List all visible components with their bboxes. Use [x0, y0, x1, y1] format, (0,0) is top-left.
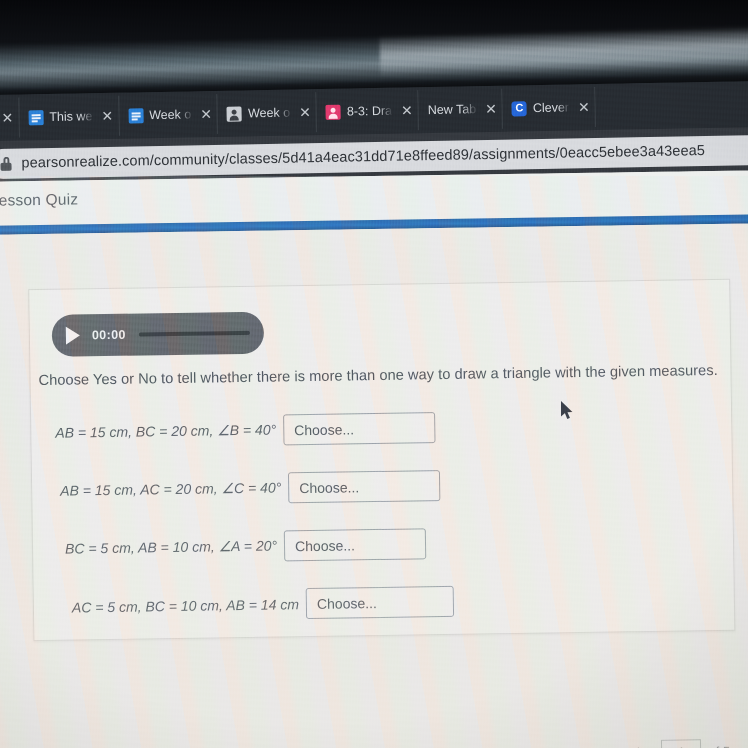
- question-navigation: Question 1 of 5: [0, 724, 748, 748]
- audio-time: 00:00: [91, 327, 126, 343]
- dropdown-value: Choose...: [294, 420, 355, 438]
- close-icon[interactable]: ✕: [299, 104, 311, 120]
- web-page: Lesson Quiz 00:00 Choose Yes or No to te…: [0, 170, 748, 748]
- screenshot-root: 4 ✕ This we ✕ Week o ✕ Week o ✕ 8-3: Dra: [0, 0, 748, 748]
- browser-tab[interactable]: New Tab ✕: [418, 88, 504, 131]
- tab-title: 8-3: Dra: [346, 103, 393, 119]
- question-measures: BC = 5 cm, AB = 10 cm, ∠A = 20°: [64, 537, 278, 557]
- browser-tab[interactable]: Week o ✕: [217, 92, 318, 134]
- answer-dropdown-4[interactable]: Choose...: [305, 585, 455, 620]
- dropdown-value: Choose...: [316, 594, 377, 612]
- audio-progress-track[interactable]: [138, 330, 250, 337]
- close-icon[interactable]: ✕: [485, 101, 497, 117]
- dropdown-value: Choose...: [299, 478, 360, 496]
- pink-contact-icon: [325, 104, 342, 120]
- google-docs-icon: [28, 109, 44, 125]
- close-icon[interactable]: ✕: [1, 110, 13, 126]
- answer-dropdown-2[interactable]: Choose...: [288, 470, 441, 504]
- url-text: pearsonrealize.com/community/classes/5d4…: [21, 142, 706, 172]
- close-icon[interactable]: ✕: [200, 106, 212, 122]
- page-title: Lesson Quiz: [0, 191, 79, 210]
- tab-title: Week o: [247, 105, 291, 121]
- tab-title: Clever: [532, 100, 570, 116]
- browser-tab[interactable]: 8-3: Dra ✕: [316, 90, 420, 133]
- page-body: 00:00 Choose Yes or No to tell whether t…: [0, 223, 748, 748]
- answer-dropdown-1[interactable]: Choose...: [282, 412, 436, 446]
- contact-icon: [226, 105, 243, 122]
- question-row: BC = 5 cm, AB = 10 cm, ∠A = 20° Choose..…: [64, 528, 427, 564]
- browser-tab[interactable]: Week o ✕: [118, 93, 219, 136]
- question-row: AB = 15 cm, AC = 20 cm, ∠C = 40° Choose.…: [60, 470, 441, 507]
- browser-tab[interactable]: This we ✕: [18, 95, 120, 138]
- lock-icon: [0, 157, 11, 171]
- tab-title: This we: [49, 109, 93, 125]
- browser-tab[interactable]: 4 ✕: [0, 97, 20, 139]
- question-number-input[interactable]: 1: [661, 738, 702, 748]
- tab-title: New Tab: [427, 102, 477, 118]
- question-measures: AB = 15 cm, AC = 20 cm, ∠C = 40°: [60, 479, 282, 499]
- mouse-pointer-icon: [561, 401, 575, 421]
- close-icon[interactable]: ✕: [578, 99, 590, 115]
- quiz-card: 00:00 Choose Yes or No to tell whether t…: [28, 278, 736, 642]
- question-measures: AB = 15 cm, BC = 20 cm, ∠B = 40°: [55, 421, 277, 441]
- play-icon[interactable]: [65, 326, 81, 345]
- question-measures: AC = 5 cm, BC = 10 cm, AB = 14 cm: [71, 595, 300, 616]
- clever-icon: C: [511, 100, 528, 117]
- answer-dropdown-3[interactable]: Choose...: [283, 528, 427, 562]
- question-label: Question: [602, 744, 654, 748]
- close-icon[interactable]: ✕: [101, 108, 113, 124]
- question-row: AB = 15 cm, BC = 20 cm, ∠B = 40° Choose.…: [55, 412, 436, 449]
- question-prompt: Choose Yes or No to tell whether there i…: [38, 362, 718, 390]
- close-icon[interactable]: ✕: [401, 102, 413, 118]
- dropdown-value: Choose...: [294, 536, 356, 554]
- question-row: AC = 5 cm, BC = 10 cm, AB = 14 cm Choose…: [71, 585, 455, 623]
- browser-tab[interactable]: C Clever ✕: [502, 86, 597, 129]
- google-docs-icon: [127, 107, 144, 124]
- audio-player[interactable]: 00:00: [51, 311, 265, 357]
- tab-title: Week o: [148, 107, 192, 123]
- question-total-label: of 5: [708, 743, 730, 748]
